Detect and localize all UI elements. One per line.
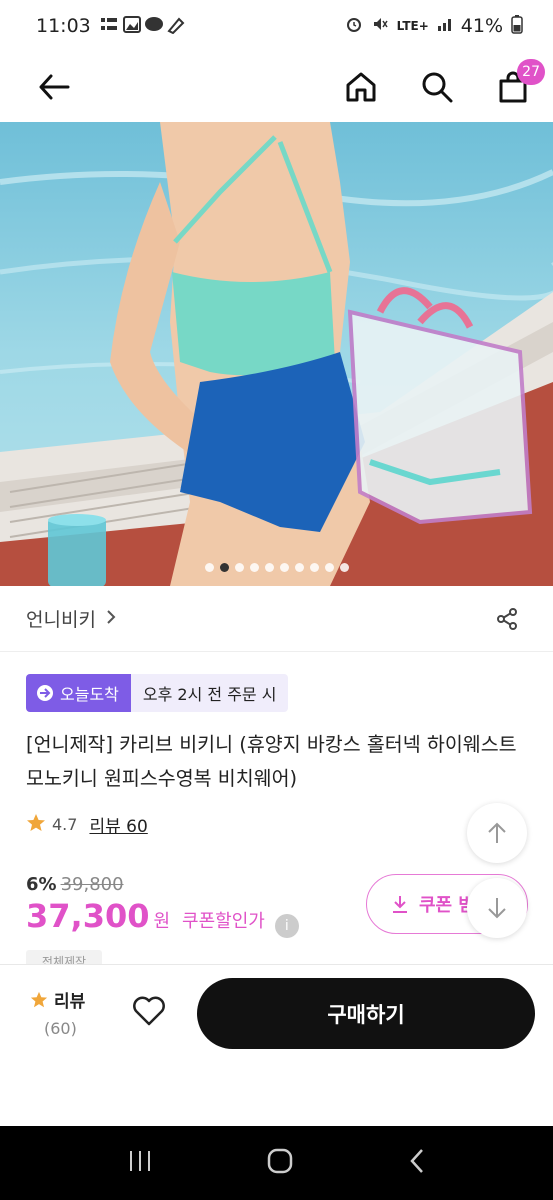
carousel-dot[interactable] (294, 563, 304, 572)
carousel-dot[interactable] (204, 563, 214, 572)
carousel-dot[interactable] (309, 563, 319, 572)
star-icon (30, 991, 48, 1007)
status-time: 11:03 (36, 15, 91, 37)
original-price: 39,800 (60, 874, 124, 895)
arrow-circle-icon (37, 685, 53, 701)
sale-price: 37,300 (26, 897, 150, 935)
discount-row: 6% 39,800 (26, 874, 299, 895)
rating-row: 4.7 리뷰 60 (26, 812, 148, 837)
price-area: 6% 39,800 37,300 원 쿠폰할인가 i (26, 874, 299, 938)
top-app-bar: 27 (0, 52, 553, 122)
mute-icon (371, 15, 389, 38)
back-button[interactable] (36, 69, 72, 105)
product-photo (0, 122, 553, 586)
bottom-action-bar: 리뷰 (60) 구매하기 (0, 964, 553, 1126)
product-title: [언니제작] 카리브 비키니 (휴양지 바캉스 홀터넥 하이웨스트 모노키니 원… (26, 733, 517, 790)
carousel-dot[interactable] (324, 563, 334, 572)
system-nav-bar (0, 1126, 553, 1200)
status-right: LTE+ 41% (345, 14, 523, 39)
brand-name: 언니비키 (26, 609, 96, 631)
wishlist-button[interactable] (132, 995, 168, 1031)
battery-icon (511, 14, 523, 39)
delivery-badge-label: 오늘도착 (60, 685, 119, 704)
delivery-badge: 오늘도착 (26, 674, 131, 712)
brand-link[interactable]: 언니비키 (26, 605, 116, 632)
review-summary-button[interactable]: 리뷰 (30, 987, 85, 1012)
discount-rate: 6% (26, 874, 57, 895)
battery-percent: 41% (460, 15, 503, 37)
info-icon[interactable]: i (274, 914, 299, 938)
header-actions: 27 (343, 59, 545, 105)
notification-icons (99, 14, 187, 38)
status-bar: 11:03 LTE+ 41% (0, 0, 553, 52)
cart-count-badge: 27 (517, 59, 545, 85)
carousel-dot[interactable] (219, 563, 229, 572)
buy-button[interactable]: 구매하기 (197, 978, 535, 1049)
back-nav-button[interactable] (408, 1148, 426, 1178)
review-link[interactable]: 리뷰 60 (89, 812, 147, 837)
carousel-indicator (0, 563, 553, 572)
chevron-right-icon (106, 608, 116, 630)
back-chevron-icon (410, 1149, 423, 1173)
recent-apps-button[interactable] (127, 1149, 153, 1177)
home-circle-icon (268, 1148, 293, 1174)
coupon-price-label: 쿠폰할인가 (182, 911, 265, 932)
brand-row[interactable]: 언니비키 (0, 586, 553, 652)
carousel-dot[interactable] (279, 563, 289, 572)
arrow-up-icon (488, 822, 506, 843)
carousel-dot[interactable] (264, 563, 274, 572)
heart-icon (133, 996, 165, 1026)
review-label: 리뷰 (54, 992, 86, 1012)
rating-value: 4.7 (52, 815, 78, 834)
option-chip: 전체제작 (26, 950, 102, 964)
back-arrow-icon (39, 74, 70, 100)
delivery-condition: 오후 2시 전 주문 시 (130, 674, 289, 712)
search-button[interactable] (419, 69, 455, 105)
status-left: 11:03 (36, 14, 187, 38)
share-icon (497, 607, 517, 630)
delivery-info: 오늘도착 오후 2시 전 주문 시 (26, 674, 289, 712)
home-nav-button[interactable] (267, 1148, 293, 1178)
share-button[interactable] (489, 601, 525, 637)
home-icon (346, 72, 376, 102)
search-icon (422, 72, 453, 103)
network-label: LTE+ (396, 19, 429, 33)
product-image-carousel[interactable] (0, 122, 553, 586)
star-icon (26, 813, 46, 837)
alarm-icon (345, 15, 363, 38)
scroll-top-button[interactable] (467, 803, 527, 863)
home-button[interactable] (343, 69, 379, 105)
carousel-dot[interactable] (249, 563, 259, 572)
download-icon (393, 896, 407, 913)
cart-button[interactable]: 27 (495, 59, 545, 105)
currency-unit: 원 (153, 911, 171, 932)
recent-apps-icon (130, 1151, 151, 1171)
review-count: (60) (44, 1019, 77, 1038)
price-row: 37,300 원 쿠폰할인가 i (26, 897, 299, 938)
carousel-dot[interactable] (234, 563, 244, 572)
scroll-bottom-button[interactable] (467, 878, 527, 938)
carousel-dot[interactable] (339, 563, 349, 572)
arrow-down-icon (488, 898, 506, 919)
signal-icon (437, 15, 453, 37)
